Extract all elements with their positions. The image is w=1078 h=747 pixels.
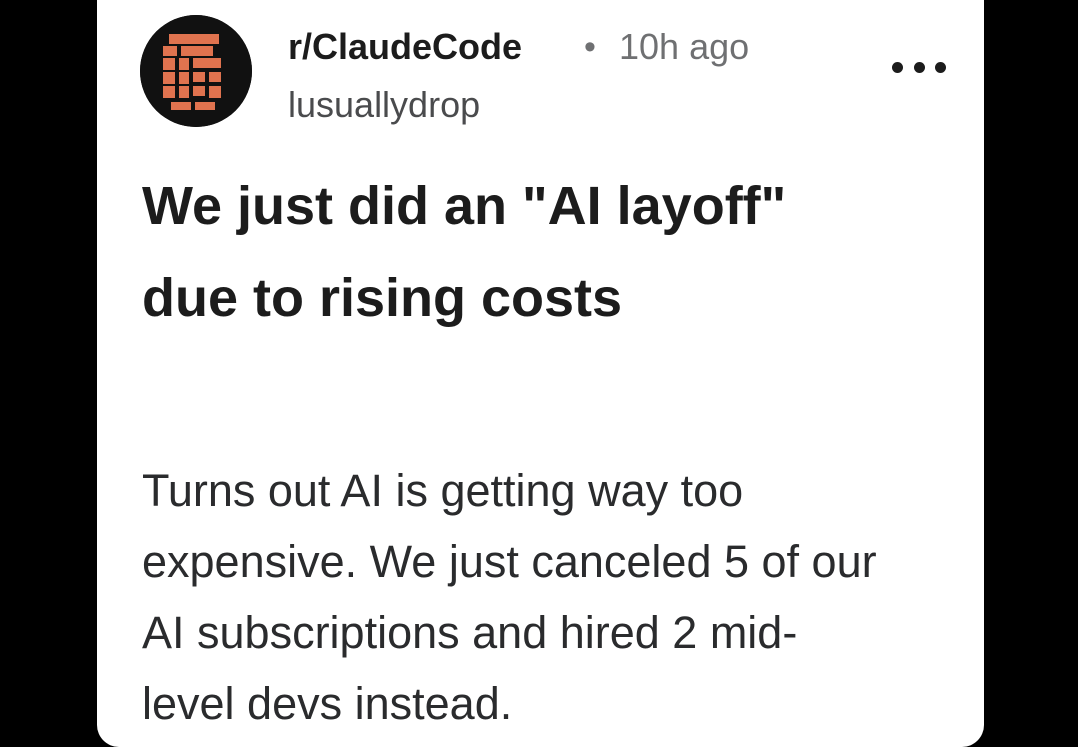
post-author[interactable]: lusuallydrop bbox=[288, 83, 480, 127]
post-title[interactable]: We just did an "AI layoff" due to rising… bbox=[142, 160, 942, 344]
post-title-line: We just did an "AI layoff" bbox=[142, 176, 787, 236]
more-dot bbox=[935, 61, 946, 73]
post-body-line: expensive. We just canceled 5 of our bbox=[142, 536, 877, 587]
post-body-line: AI subscriptions and hired 2 mid- bbox=[142, 607, 798, 658]
post-body-line: Turns out AI is getting way too bbox=[142, 465, 744, 516]
post-title-line: due to rising costs bbox=[142, 268, 623, 328]
more-horizontal-icon[interactable] bbox=[892, 52, 946, 82]
post-body: Turns out AI is getting way too expensiv… bbox=[142, 455, 972, 739]
more-dot bbox=[892, 61, 903, 73]
subreddit-name[interactable]: r/ClaudeCode bbox=[288, 25, 522, 69]
more-dot bbox=[913, 61, 925, 73]
subreddit-avatar-icon[interactable] bbox=[140, 15, 252, 127]
post-body-line: level devs instead. bbox=[142, 678, 513, 729]
post-card[interactable]: r/ClaudeCode • 10h ago lusuallydrop We j… bbox=[97, 0, 984, 747]
meta-separator: • bbox=[584, 28, 596, 66]
post-timestamp: 10h ago bbox=[619, 26, 750, 67]
